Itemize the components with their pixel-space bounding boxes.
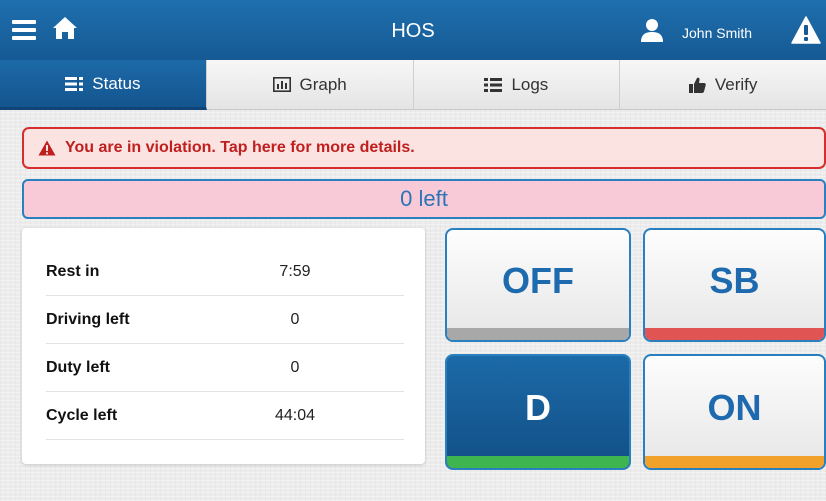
status-label: Duty left [46,358,110,376]
status-row-cycle: Cycle left 44:04 [46,392,404,440]
duty-label: D [525,387,551,428]
app-header: HOS John Smith [0,0,826,60]
user-name[interactable]: John Smith [682,25,752,41]
status-row-duty: Duty left 0 [46,344,404,392]
status-card: Rest in 7:59 Driving left 0 Duty left 0 … [22,228,425,464]
user-icon [641,19,663,42]
warning-icon [38,140,56,156]
thumbs-up-icon [688,77,706,93]
duty-indicator-strip [447,456,629,468]
time-left-bar: 0 left [22,179,826,219]
tab-label: Verify [714,74,758,94]
duty-off-button[interactable]: OFF [445,228,631,342]
duty-on-button[interactable]: ON [643,354,826,470]
duty-indicator-strip [447,328,629,340]
duty-sb-button[interactable]: SB [643,228,826,342]
tab-status[interactable]: Status [0,60,207,110]
status-label: Driving left [46,310,130,328]
status-row-driving: Driving left 0 [46,296,404,344]
status-label: Rest in [46,262,100,280]
tab-bar: Status Graph Logs Verify [0,60,826,110]
status-value: 7:59 [279,262,311,280]
time-left-text: 0 left [400,186,448,211]
duty-label: OFF [502,260,574,301]
menu-icon[interactable] [12,20,36,40]
violation-banner[interactable]: You are in violation. Tap here for more … [22,127,826,169]
duty-d-button[interactable]: D [445,354,631,470]
tab-verify[interactable]: Verify [620,60,826,110]
tab-graph[interactable]: Graph [206,60,414,110]
status-value: 44:04 [274,406,316,424]
status-value: 0 [290,358,300,376]
status-icon [65,76,84,91]
tab-logs[interactable]: Logs [413,60,621,110]
graph-icon [272,77,291,92]
duty-label: SB [709,260,760,301]
status-label: Cycle left [46,406,118,424]
status-value: 0 [290,310,300,328]
status-row-rest: Rest in 7:59 [46,248,404,296]
violation-text: You are in violation. Tap here for more … [65,139,415,156]
logs-icon [484,77,503,92]
home-icon[interactable] [52,16,78,40]
warning-icon[interactable] [791,16,821,44]
duty-label: ON [707,387,762,428]
tab-label: Graph [299,74,347,94]
tab-label: Logs [511,74,549,94]
duty-indicator-strip [645,328,824,340]
duty-indicator-strip [645,456,824,468]
tab-label: Status [92,73,141,93]
